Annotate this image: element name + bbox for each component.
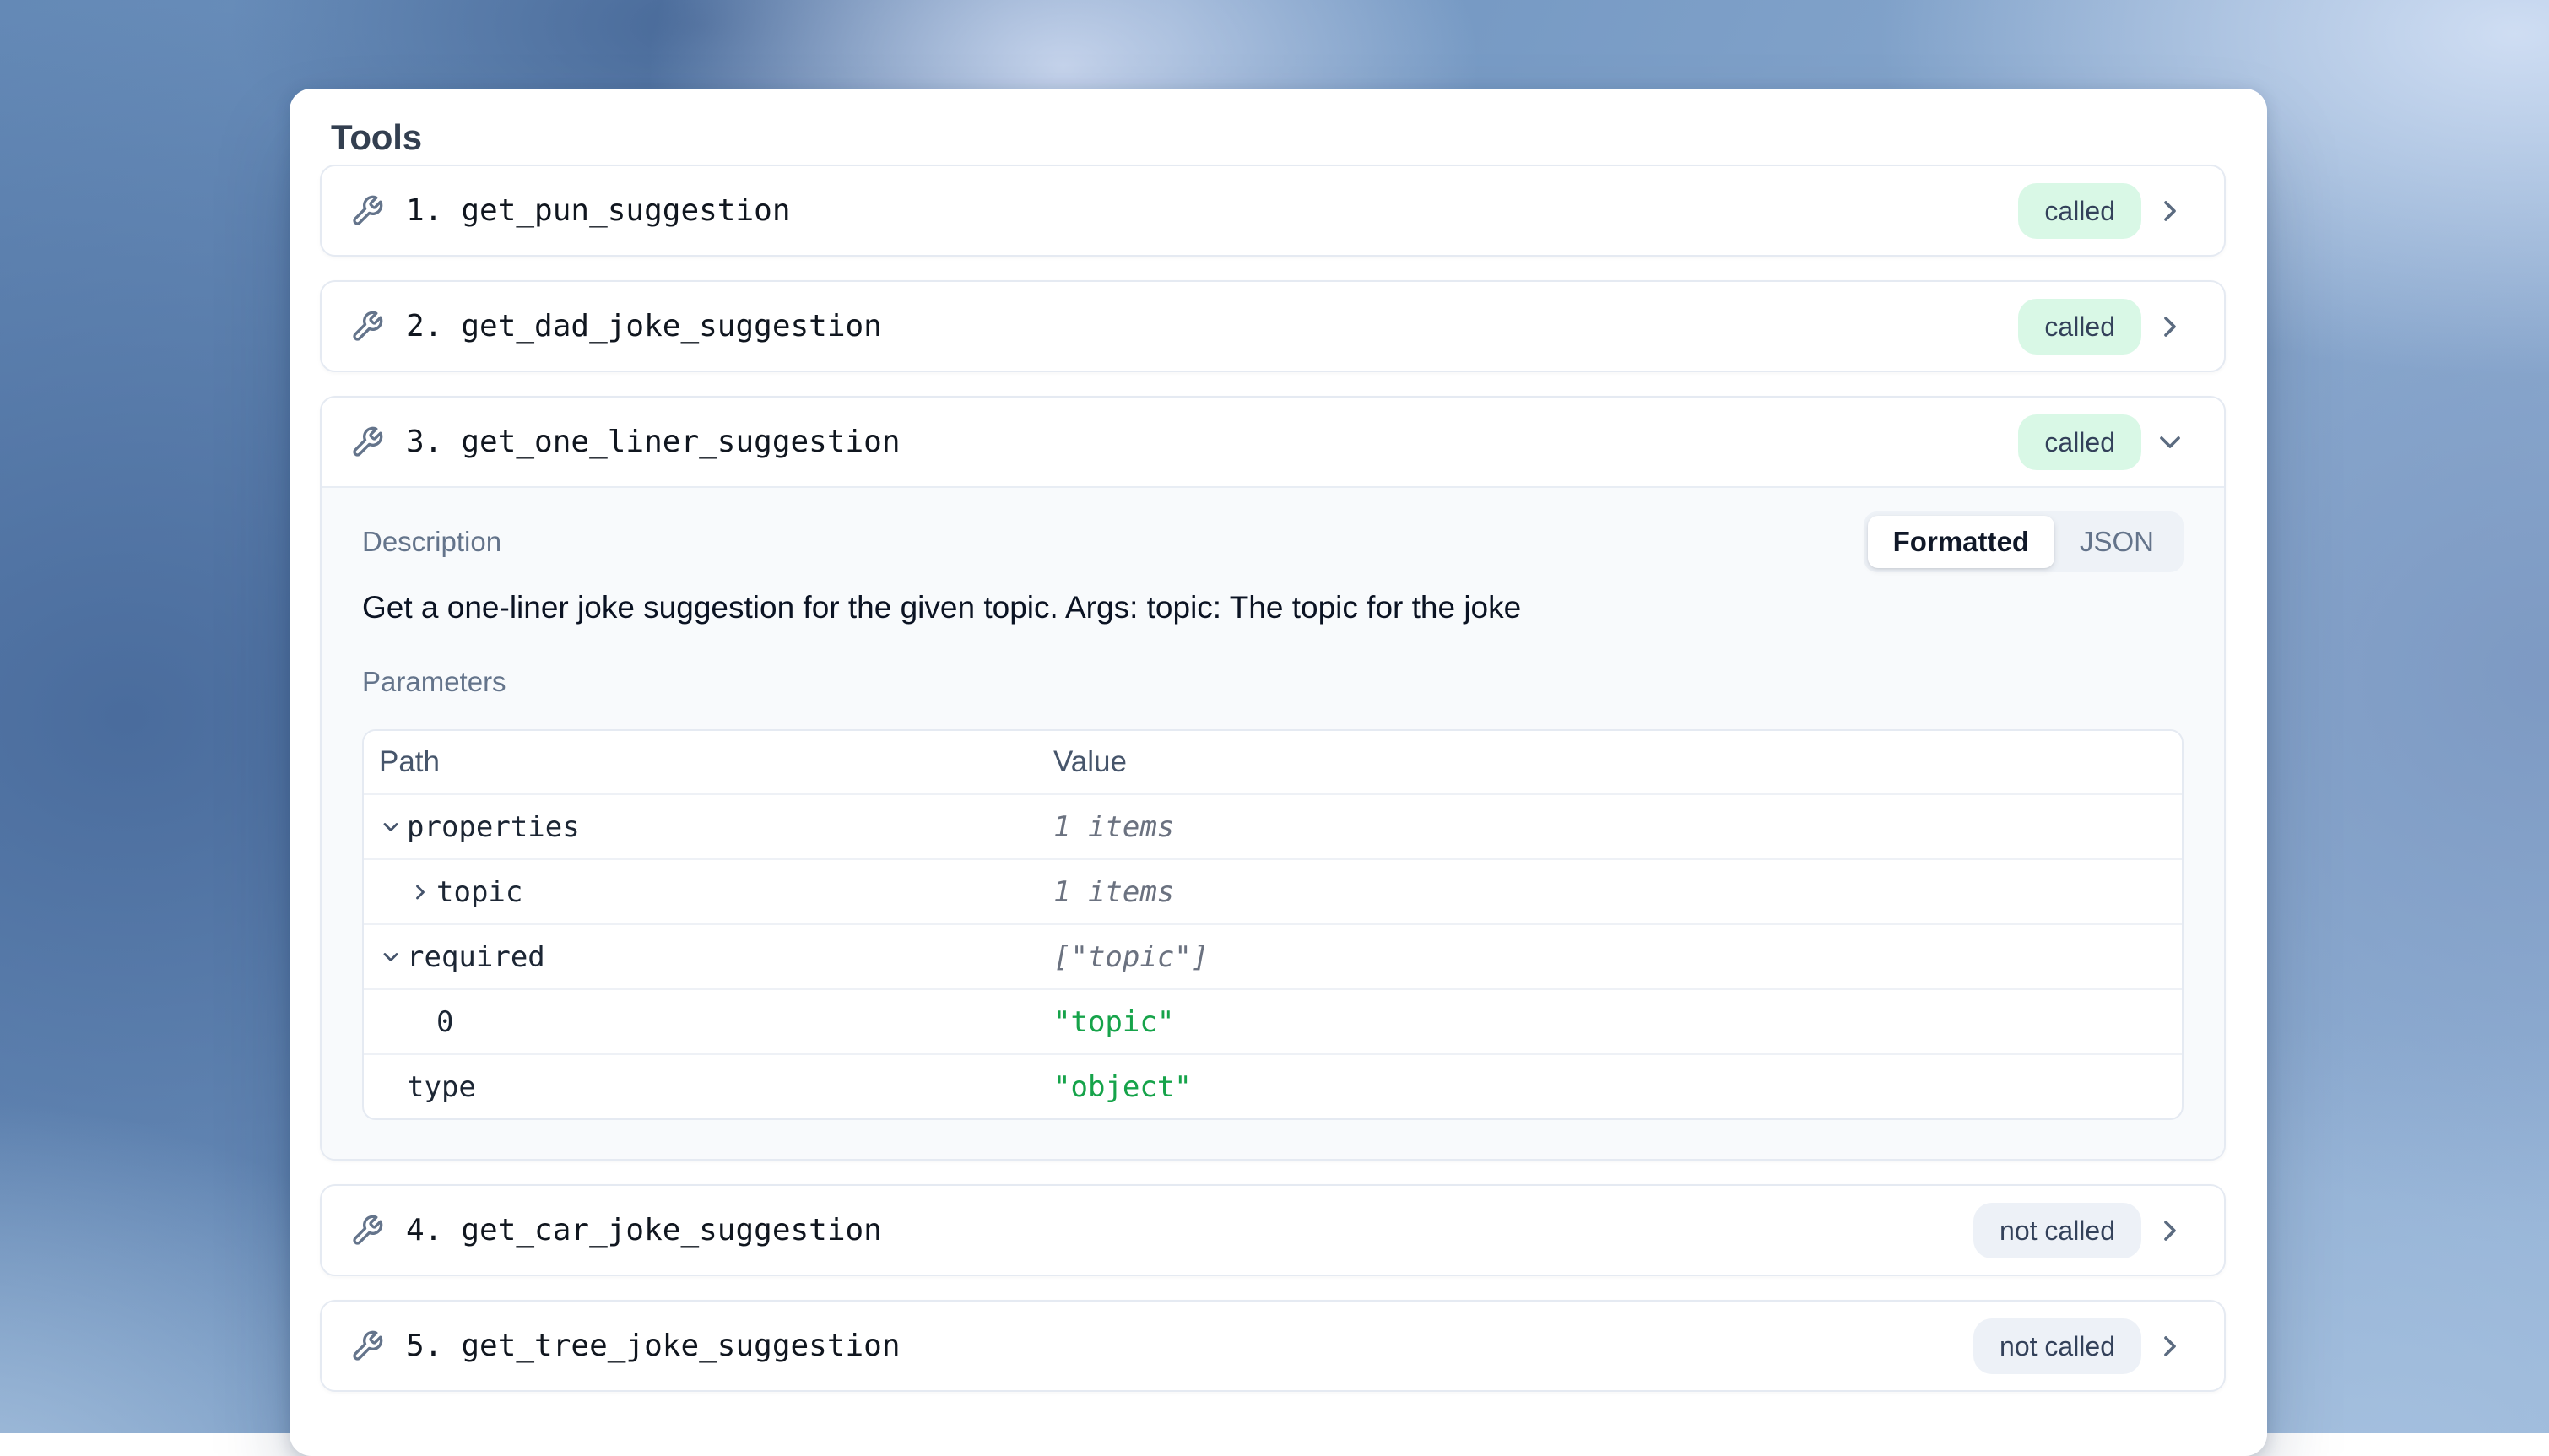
parameter-value-cell: 1 items [1043, 810, 2182, 844]
parameter-row[interactable]: type "object" [364, 1053, 2182, 1118]
parameter-row[interactable]: properties 1 items [364, 793, 2182, 858]
chevron-right-icon [2153, 310, 2187, 344]
tool-item: 1. get_pun_suggestion called [320, 165, 2226, 257]
column-header-value: Value [1043, 745, 2182, 779]
chevron-down-icon [2153, 425, 2187, 459]
status-badge: called [2018, 414, 2141, 470]
chevron-right-icon [2153, 1214, 2187, 1248]
description-label: Description [362, 526, 501, 558]
status-badge: not called [1973, 1203, 2141, 1258]
toggle-json[interactable]: JSON [2054, 516, 2179, 568]
tool-index: 4. [406, 1213, 442, 1248]
parameter-path: type [407, 1070, 476, 1104]
chevron-right-icon [409, 880, 432, 904]
chevron-down-icon [379, 945, 403, 969]
parameter-row[interactable]: topic 1 items [364, 858, 2182, 923]
parameter-row[interactable]: required ["topic"] [364, 923, 2182, 988]
parameter-path: properties [407, 810, 580, 844]
tool-name: get_tree_joke_suggestion [461, 1329, 900, 1363]
chevron-right-icon [2153, 194, 2187, 228]
parameter-value-cell: 1 items [1043, 875, 2182, 909]
tools-panel: Tools 1. get_pun_suggestion called [290, 89, 2267, 1456]
parameter-value: ["topic"] [1053, 940, 1209, 974]
status-badge: called [2018, 299, 2141, 355]
table-header-row: Path Value [364, 731, 2182, 793]
details-header: Description Formatted JSON [362, 511, 2184, 572]
tool-item: 3. get_one_liner_suggestion called Descr… [320, 396, 2226, 1161]
column-header-path: Path [364, 745, 1043, 779]
tool-index: 2. [406, 309, 442, 344]
status-badge: called [2018, 183, 2141, 239]
wrench-icon [350, 425, 384, 459]
parameter-path: required [407, 940, 545, 974]
wrench-icon [350, 194, 384, 228]
parameter-row[interactable]: 0 "topic" [364, 988, 2182, 1053]
parameter-value: 1 items [1053, 875, 1174, 909]
tools-list: 1. get_pun_suggestion called 2. [320, 165, 2226, 1392]
tool-name: get_pun_suggestion [461, 193, 790, 228]
parameter-value: "topic" [1053, 1005, 1174, 1039]
parameter-value: 1 items [1053, 810, 1174, 844]
tool-details: Description Formatted JSON Get a one-lin… [322, 486, 2224, 1159]
tool-item: 4. get_car_joke_suggestion not called [320, 1184, 2226, 1276]
tool-description: Get a one-liner joke suggestion for the … [362, 589, 2184, 626]
tool-index: 3. [406, 425, 442, 459]
tool-row[interactable]: 2. get_dad_joke_suggestion called [322, 282, 2224, 371]
tool-name: get_dad_joke_suggestion [461, 309, 882, 344]
tool-item: 2. get_dad_joke_suggestion called [320, 280, 2226, 372]
tool-name: get_one_liner_suggestion [461, 425, 900, 459]
parameter-value-cell: "object" [1043, 1070, 2182, 1104]
parameter-path-cell: topic [364, 875, 1043, 909]
parameters-label: Parameters [362, 665, 2184, 699]
chevron-down-icon [379, 815, 403, 839]
tool-row[interactable]: 4. get_car_joke_suggestion not called [322, 1186, 2224, 1275]
parameter-path-cell: 0 [364, 1005, 1043, 1039]
tool-name: get_car_joke_suggestion [461, 1213, 882, 1248]
status-badge: not called [1973, 1318, 2141, 1374]
tool-index: 1. [406, 193, 442, 228]
chevron-right-icon [2153, 1329, 2187, 1363]
parameter-path-cell: required [364, 940, 1043, 974]
page-title: Tools [331, 117, 2226, 158]
parameter-path-cell: properties [364, 810, 1043, 844]
tool-row[interactable]: 1. get_pun_suggestion called [322, 166, 2224, 255]
parameters-table: Path Value [362, 729, 2184, 1120]
chevron-slot [379, 945, 407, 969]
parameter-value: "object" [1053, 1070, 1192, 1104]
parameter-value-cell: ["topic"] [1043, 940, 2182, 974]
chevron-slot [409, 880, 436, 904]
tool-item: 5. get_tree_joke_suggestion not called [320, 1300, 2226, 1392]
chevron-slot [379, 815, 407, 839]
parameter-path: 0 [436, 1005, 453, 1039]
tool-row[interactable]: 3. get_one_liner_suggestion called [322, 398, 2224, 486]
view-toggle: Formatted JSON [1864, 511, 2184, 572]
parameter-value-cell: "topic" [1043, 1005, 2182, 1039]
toggle-formatted[interactable]: Formatted [1868, 516, 2054, 568]
wrench-icon [350, 1214, 384, 1248]
parameter-path: topic [436, 875, 522, 909]
parameter-path-cell: type [364, 1070, 1043, 1104]
tool-row[interactable]: 5. get_tree_joke_suggestion not called [322, 1302, 2224, 1390]
tool-index: 5. [406, 1329, 442, 1363]
wrench-icon [350, 310, 384, 344]
wrench-icon [350, 1329, 384, 1363]
